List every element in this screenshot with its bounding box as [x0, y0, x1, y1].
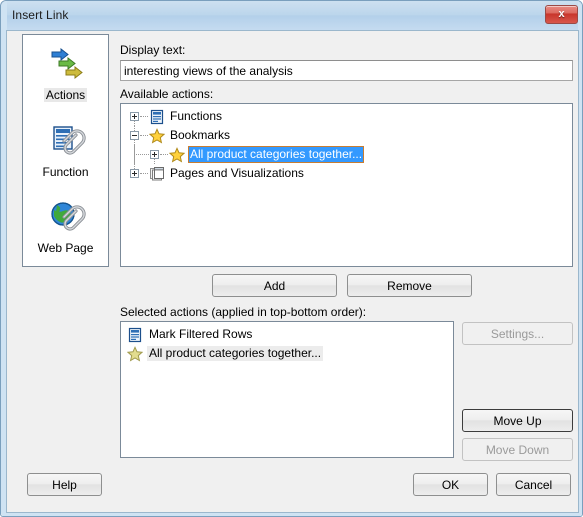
tree-node-label: Bookmarks [170, 128, 231, 142]
dialog-client-area: Actions Function Web Page Display text: … [7, 31, 578, 512]
selected-actions-label: Selected actions (applied in top-bottom … [120, 305, 367, 319]
tree-guide-line [140, 116, 148, 118]
add-button[interactable]: Add [212, 274, 337, 297]
link-type-sidebar: Actions Function Web Page [22, 34, 109, 267]
star-icon [127, 346, 143, 362]
selected-actions-list[interactable]: Mark Filtered Rows All product categorie… [120, 321, 454, 458]
sidebar-item-label: Actions [43, 88, 88, 102]
ok-button[interactable]: OK [413, 473, 488, 496]
tree-expander-plus-icon[interactable] [130, 169, 139, 178]
title-bar[interactable]: Insert Link x [1, 1, 582, 31]
remove-button[interactable]: Remove [347, 274, 472, 297]
insert-link-dialog: Insert Link x Actions Function Web Page … [0, 0, 583, 517]
tree-guide-line [140, 173, 148, 175]
list-item[interactable]: All product categories together... [121, 344, 453, 363]
display-text-label: Display text: [120, 43, 186, 57]
sidebar-item-label: Web Page [37, 241, 94, 255]
window-title: Insert Link [12, 8, 69, 22]
tree-node-label: Functions [170, 109, 223, 123]
cancel-button[interactable]: Cancel [496, 473, 571, 496]
tree-node-pages-and-visualizations[interactable]: Pages and Visualizations [121, 145, 572, 183]
tree-node-bookmarks[interactable]: Bookmarks [121, 126, 572, 145]
document-lines-icon [149, 109, 165, 125]
sidebar-item-function[interactable]: Function [23, 117, 108, 189]
help-button[interactable]: Help [27, 473, 102, 496]
tree-expander-plus-icon[interactable] [130, 112, 139, 121]
tree-node-label: Pages and Visualizations [170, 166, 304, 180]
tree-expander-plus-icon[interactable] [150, 150, 159, 159]
document-lines-icon [127, 327, 143, 343]
tree-node-all-product-categories[interactable]: All product categories together... [121, 145, 572, 164]
move-down-button[interactable]: Move Down [462, 438, 573, 461]
tree-guide-line [160, 154, 168, 156]
sidebar-item-actions[interactable]: Actions [23, 40, 108, 112]
sidebar-item-web-page[interactable]: Web Page [23, 193, 108, 265]
close-glyph: x [558, 8, 565, 20]
settings-button[interactable]: Settings... [462, 322, 573, 345]
web-page-globe-paperclip-icon [23, 193, 108, 241]
available-actions-tree[interactable]: Functions Bookmarks All product categori… [120, 103, 573, 267]
list-item-label: All product categories together... [147, 346, 324, 361]
tree-node-label-selected: All product categories together... [188, 146, 365, 163]
tree-guide-line [134, 154, 149, 156]
list-item-label: Mark Filtered Rows [149, 327, 253, 341]
tree-expander-minus-icon[interactable] [130, 131, 139, 140]
close-icon[interactable]: x [545, 5, 578, 24]
tree-guide-line [140, 135, 148, 137]
star-icon [149, 128, 165, 144]
sidebar-item-label: Function [42, 165, 89, 179]
star-icon [169, 147, 185, 163]
move-up-button[interactable]: Move Up [462, 409, 573, 432]
display-text-input[interactable] [120, 60, 573, 81]
function-document-paperclip-icon [23, 117, 108, 165]
tree-node-functions[interactable]: Functions [121, 107, 572, 126]
actions-arrows-icon [23, 40, 108, 88]
pages-stack-icon [149, 166, 165, 182]
available-actions-label: Available actions: [120, 87, 214, 101]
list-item[interactable]: Mark Filtered Rows [121, 325, 453, 344]
